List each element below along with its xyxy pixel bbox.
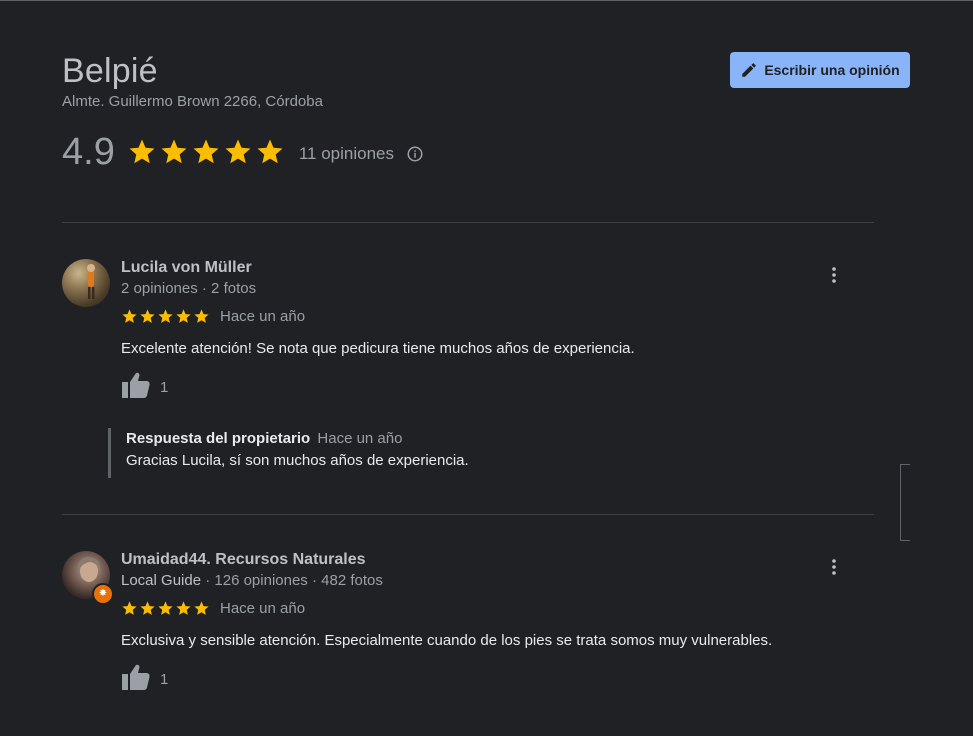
review-count: 11 opiniones bbox=[298, 144, 394, 163]
info-icon[interactable] bbox=[406, 145, 424, 163]
rating-value: 4.9 bbox=[62, 131, 115, 173]
star-icon bbox=[158, 309, 173, 323]
reviews-page: Belpié Almte. Guillermo Brown 2266, Córd… bbox=[0, 0, 973, 736]
reviewer-stats: · 126 opiniones · 482 fotos bbox=[201, 572, 383, 589]
review-text: Exclusiva y sensible atención. Especialm… bbox=[121, 632, 773, 649]
write-review-label: Escribir una opinión bbox=[764, 62, 900, 78]
divider bbox=[62, 222, 874, 223]
avatar-photo bbox=[87, 264, 95, 299]
like-count: 1 bbox=[160, 378, 169, 396]
star-icon bbox=[122, 309, 137, 323]
more-options-button[interactable] bbox=[824, 263, 844, 287]
star-icon bbox=[193, 139, 219, 164]
local-guide-label: Local Guide bbox=[121, 572, 202, 589]
top-border bbox=[0, 0, 973, 1]
star-icon bbox=[194, 601, 209, 615]
star-icon bbox=[161, 139, 187, 164]
like-row: 1 bbox=[121, 663, 168, 691]
owner-response-header: Respuesta del propietario Hace un año bbox=[126, 430, 726, 447]
scroll-edge bbox=[900, 464, 910, 541]
star-icon bbox=[158, 601, 173, 615]
star-icon bbox=[140, 309, 155, 323]
place-address: Almte. Guillermo Brown 2266, Córdoba bbox=[62, 93, 323, 110]
reviewer-name[interactable]: Umaidad44. Recursos Naturales bbox=[121, 551, 366, 569]
like-count: 1 bbox=[160, 670, 169, 688]
review-date: Hace un año bbox=[220, 600, 306, 617]
review-date: Hace un año bbox=[220, 308, 306, 325]
owner-response-text: Gracias Lucila, sí son muchos años de ex… bbox=[126, 452, 469, 469]
more-vert-icon bbox=[832, 267, 836, 283]
write-review-button[interactable]: Escribir una opinión bbox=[730, 52, 910, 88]
pencil-icon bbox=[742, 63, 757, 77]
review-rating: Hace un año bbox=[121, 308, 305, 325]
star-icon bbox=[129, 139, 155, 164]
rating-summary: 4.9 11 opiniones bbox=[62, 130, 424, 174]
more-vert-icon bbox=[832, 559, 836, 575]
star-icon bbox=[140, 601, 155, 615]
star-icon bbox=[176, 309, 191, 323]
review-stars bbox=[121, 600, 210, 617]
review-rating: Hace un año bbox=[121, 600, 305, 617]
rating-stars bbox=[127, 137, 285, 167]
reviewer-meta: 2 opiniones · 2 fotos bbox=[121, 280, 257, 297]
place-title: Belpié bbox=[62, 52, 158, 90]
review-text: Excelente atención! Se nota que pedicura… bbox=[121, 340, 635, 357]
local-guide-icon: ✸ bbox=[92, 583, 114, 605]
owner-response: Respuesta del propietario Hace un año Gr… bbox=[108, 428, 726, 478]
thumb-up-icon[interactable] bbox=[121, 663, 151, 691]
more-options-button[interactable] bbox=[824, 555, 844, 579]
reviewer-name[interactable]: Lucila von Müller bbox=[121, 259, 252, 277]
star-icon bbox=[122, 601, 137, 615]
star-icon bbox=[194, 309, 209, 323]
owner-response-date: Hace un año bbox=[317, 430, 403, 447]
divider bbox=[62, 514, 874, 515]
star-icon bbox=[176, 601, 191, 615]
star-icon bbox=[225, 139, 251, 164]
thumb-up-icon[interactable] bbox=[121, 371, 151, 399]
owner-response-label: Respuesta del propietario bbox=[126, 430, 311, 447]
avatar[interactable] bbox=[62, 259, 110, 307]
like-row: 1 bbox=[121, 371, 168, 399]
star-icon bbox=[257, 139, 283, 164]
review-stars bbox=[121, 308, 210, 325]
reviewer-meta: Local Guide · 126 opiniones · 482 fotos bbox=[121, 572, 383, 589]
